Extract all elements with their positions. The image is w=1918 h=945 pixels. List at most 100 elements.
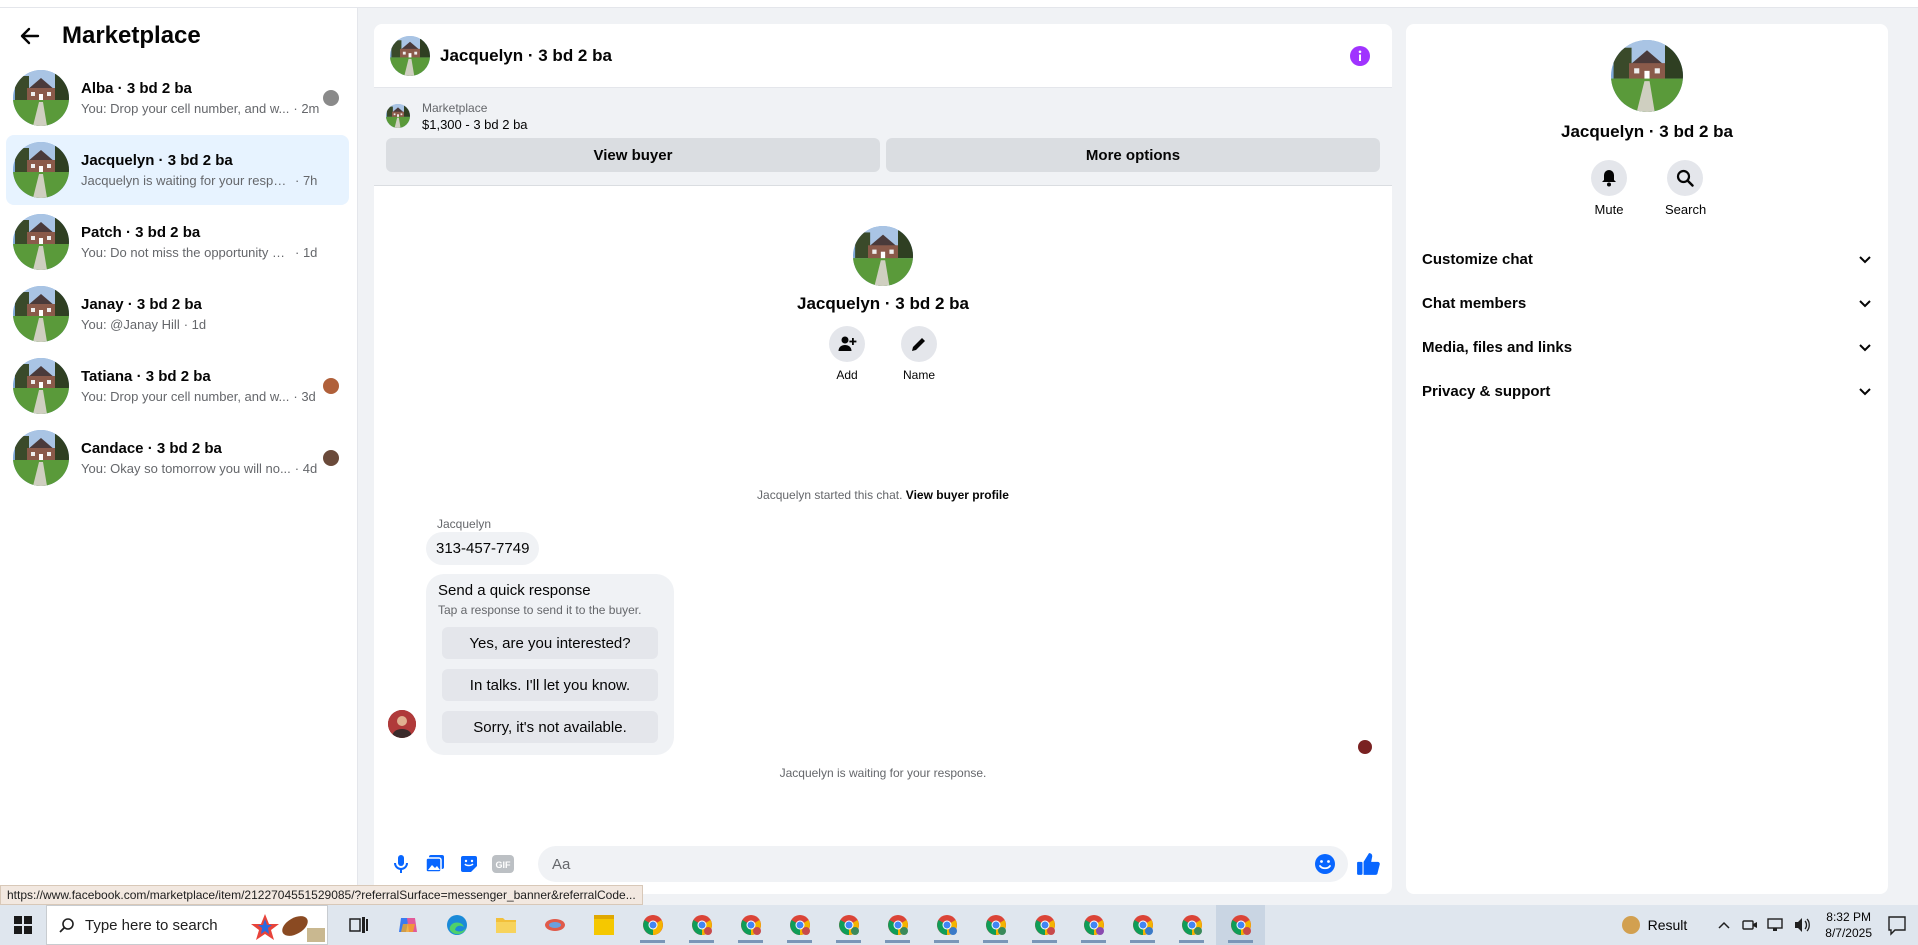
view-buyer-button[interactable]: View buyer [386, 138, 880, 172]
start-button[interactable] [0, 905, 46, 945]
media-files-links-section[interactable]: Media, files and links [1422, 325, 1872, 369]
microphone-icon[interactable] [390, 853, 412, 875]
quick-response-card: Send a quick response Tap a response to … [426, 574, 674, 755]
chrome-window-9[interactable] [1020, 905, 1069, 945]
clock-time: 8:32 PM [1826, 910, 1871, 924]
chat-title[interactable]: Jacquelyn · 3 bd 2 ba [440, 46, 612, 66]
notifications-icon[interactable] [1884, 912, 1910, 938]
file-explorer-app[interactable] [481, 905, 530, 945]
chrome-window-active[interactable] [1216, 905, 1265, 945]
conversation-item[interactable]: Candace · 3 bd 2 ba You: Okay so tomorro… [6, 423, 349, 493]
conversation-item[interactable]: Tatiana · 3 bd 2 ba You: Drop your cell … [6, 351, 349, 421]
search-button[interactable]: Search [1665, 160, 1706, 217]
conversation-item[interactable]: Janay · 3 bd 2 ba You: @Janay Hill · 1d [6, 279, 349, 349]
photo-icon[interactable] [424, 853, 446, 875]
sticky-notes-icon [593, 915, 614, 935]
chrome-window-5[interactable] [824, 905, 873, 945]
chevron-up-icon[interactable] [1713, 914, 1735, 936]
add-label: Add [836, 368, 858, 382]
back-arrow-icon[interactable] [18, 24, 42, 48]
bell-icon [1602, 170, 1616, 187]
chrome-icon [691, 915, 712, 935]
task-view-button[interactable] [334, 905, 383, 945]
listing-thumbnail[interactable] [386, 104, 410, 128]
taskbar-search[interactable]: Type here to search [46, 905, 328, 945]
chrome-window-7[interactable] [922, 905, 971, 945]
clock-date: 8/7/2025 [1825, 926, 1872, 940]
message-input[interactable]: Aa [538, 846, 1348, 882]
conversation-name: Janay · 3 bd 2 ba [81, 296, 202, 313]
sticker-icon[interactable] [458, 853, 480, 875]
thumbs-up-icon[interactable] [1356, 851, 1382, 877]
edit-name-button[interactable]: Name [901, 326, 937, 382]
chat-profile: Jacquelyn · 3 bd 2 ba Add Name [374, 226, 1392, 382]
chrome-window-12[interactable] [1167, 905, 1216, 945]
house-avatar [13, 286, 69, 342]
privacy-support-section[interactable]: Privacy & support [1422, 369, 1872, 413]
banner-label: Marketplace [422, 100, 488, 115]
network-icon[interactable] [1765, 914, 1787, 936]
info-panel-name: Jacquelyn · 3 bd 2 ba [1561, 122, 1733, 141]
volume-icon[interactable] [1791, 914, 1813, 936]
conversation-name: Jacquelyn · 3 bd 2 ba [81, 152, 233, 169]
quick-response-talks-button[interactable]: In talks. I'll let you know. [442, 669, 658, 701]
message-list[interactable]: Jacquelyn · 3 bd 2 ba Add Name Jacquelyn… [374, 186, 1392, 833]
house-avatar [13, 430, 69, 486]
conversation-name: Alba · 3 bd 2 ba [81, 80, 192, 97]
add-person-icon [838, 336, 857, 351]
conversation-time: · 1d [183, 317, 207, 332]
chat-info-panel: Jacquelyn · 3 bd 2 ba Mute Search Custom… [1406, 24, 1888, 894]
house-avatar [1611, 40, 1683, 112]
info-icon[interactable] [1350, 46, 1370, 66]
read-receipt-avatar [1358, 740, 1372, 754]
conversation-time: · 3d [293, 389, 316, 404]
system-clock[interactable]: 8:32 PM 8/7/2025 [1825, 909, 1872, 941]
taskbar-search-placeholder: Type here to search [85, 916, 218, 934]
mute-button[interactable]: Mute [1589, 160, 1629, 217]
quick-response-yes-button[interactable]: Yes, are you interested? [442, 627, 658, 659]
sticky-notes-app[interactable] [579, 905, 628, 945]
conversation-item-active[interactable]: Jacquelyn · 3 bd 2 ba Jacquelyn is waiti… [6, 135, 349, 205]
chrome-window-4[interactable] [775, 905, 824, 945]
emoji-icon[interactable] [1314, 853, 1336, 875]
conversation-item[interactable]: Patch · 3 bd 2 ba You: Do not miss the o… [6, 207, 349, 277]
message-placeholder: Aa [552, 855, 571, 873]
copilot-icon [398, 918, 417, 932]
conversation-snippet: Jacquelyn is waiting for your response. [81, 173, 291, 188]
app-icon[interactable] [530, 905, 579, 945]
weather-text: Result [1647, 917, 1688, 933]
meet-now-icon[interactable] [1739, 914, 1761, 936]
house-avatar [13, 214, 69, 270]
chat-members-section[interactable]: Chat members [1422, 281, 1872, 325]
conversation-name: Patch · 3 bd 2 ba [81, 224, 201, 241]
chrome-window-10[interactable] [1069, 905, 1118, 945]
conversation-item[interactable]: Alba · 3 bd 2 ba You: Drop your cell num… [6, 63, 349, 133]
chrome-window-8[interactable] [971, 905, 1020, 945]
sidebar-title: Marketplace [62, 21, 201, 49]
quick-response-unavailable-button[interactable]: Sorry, it's not available. [442, 711, 658, 743]
app-icon-glyph [544, 919, 565, 931]
chrome-window-1[interactable] [628, 905, 677, 945]
message-bubble[interactable]: 313-457-7749 [426, 532, 540, 565]
search-icon [1676, 169, 1694, 187]
copilot-app[interactable] [383, 905, 432, 945]
chrome-window-3[interactable] [726, 905, 775, 945]
chrome-window-2[interactable] [677, 905, 726, 945]
customize-chat-section[interactable]: Customize chat [1422, 237, 1872, 281]
sender-avatar[interactable] [388, 710, 416, 738]
quick-response-subtitle: Tap a response to send it to the buyer. [438, 603, 642, 617]
chrome-window-11[interactable] [1118, 905, 1167, 945]
sidebar-header: Marketplace [0, 8, 357, 63]
conversation-snippet: You: @Janay Hill [81, 317, 180, 332]
weather-widget[interactable]: Result [1621, 916, 1688, 934]
view-buyer-profile-link[interactable]: View buyer profile [906, 488, 1009, 502]
edge-app[interactable] [432, 905, 481, 945]
more-options-button[interactable]: More options [886, 138, 1380, 172]
listing-title[interactable]: $1,300 - 3 bd 2 ba [422, 117, 528, 132]
gif-icon[interactable]: GIF [492, 853, 514, 875]
chrome-icon [740, 915, 761, 935]
pencil-icon [912, 338, 925, 351]
house-avatar[interactable] [390, 36, 430, 76]
chrome-window-6[interactable] [873, 905, 922, 945]
add-people-button[interactable]: Add [829, 326, 865, 382]
